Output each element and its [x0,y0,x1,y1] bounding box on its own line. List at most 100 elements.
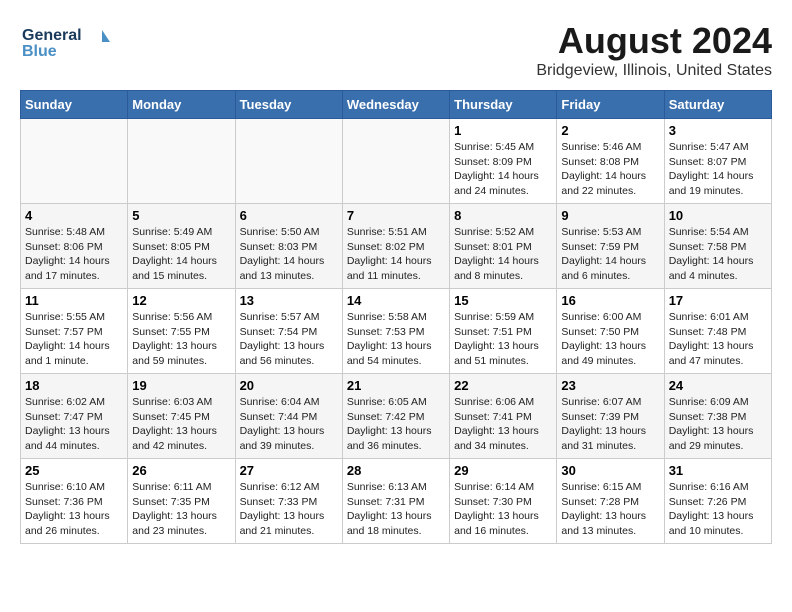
header-sunday: Sunday [21,91,128,119]
cell-week5-day0: 25 Sunrise: 6:10 AMSunset: 7:36 PMDayligh… [21,459,128,544]
cell-week3-day6: 17 Sunrise: 6:01 AMSunset: 7:48 PMDayligh… [664,289,771,374]
day-info: Sunrise: 6:02 AMSunset: 7:47 PMDaylight:… [25,395,123,454]
header-friday: Friday [557,91,664,119]
day-number: 10 [669,208,767,223]
cell-week1-day3 [342,119,449,204]
day-info: Sunrise: 5:47 AMSunset: 8:07 PMDaylight:… [669,140,767,199]
logo: General Blue [20,20,110,65]
svg-text:Blue: Blue [22,43,57,60]
cell-week5-day3: 28 Sunrise: 6:13 AMSunset: 7:31 PMDayligh… [342,459,449,544]
cell-week4-day3: 21 Sunrise: 6:05 AMSunset: 7:42 PMDayligh… [342,374,449,459]
cell-week3-day0: 11Sunrise: 5:55 AMSunset: 7:57 PMDayligh… [21,289,128,374]
cell-week3-day2: 13 Sunrise: 5:57 AMSunset: 7:54 PMDayligh… [235,289,342,374]
cell-week2-day4: 8 Sunrise: 5:52 AMSunset: 8:01 PMDaylight… [450,204,557,289]
day-info: Sunrise: 5:58 AMSunset: 7:53 PMDaylight:… [347,310,445,369]
day-info: Sunrise: 6:09 AMSunset: 7:38 PMDaylight:… [669,395,767,454]
week-row-1: 1 Sunrise: 5:45 AMSunset: 8:09 PMDaylight… [21,119,772,204]
cell-week1-day0 [21,119,128,204]
day-number: 24 [669,378,767,393]
day-info: Sunrise: 5:54 AMSunset: 7:58 PMDaylight:… [669,225,767,284]
cell-week1-day1 [128,119,235,204]
day-info: Sunrise: 6:14 AMSunset: 7:30 PMDaylight:… [454,480,552,539]
day-info: Sunrise: 6:10 AMSunset: 7:36 PMDaylight:… [25,480,123,539]
day-number: 13 [240,293,338,308]
day-number: 6 [240,208,338,223]
week-row-3: 11Sunrise: 5:55 AMSunset: 7:57 PMDayligh… [21,289,772,374]
day-number: 25 [25,463,123,478]
cell-week4-day6: 24 Sunrise: 6:09 AMSunset: 7:38 PMDayligh… [664,374,771,459]
logo-svg: General Blue [20,20,110,65]
header: General Blue August 2024 Bridgeview, Ill… [20,20,772,80]
day-number: 15 [454,293,552,308]
day-number: 21 [347,378,445,393]
week-row-4: 18 Sunrise: 6:02 AMSunset: 7:47 PMDayligh… [21,374,772,459]
day-info: Sunrise: 5:59 AMSunset: 7:51 PMDaylight:… [454,310,552,369]
cell-week2-day5: 9 Sunrise: 5:53 AMSunset: 7:59 PMDaylight… [557,204,664,289]
day-info: Sunrise: 6:15 AMSunset: 7:28 PMDaylight:… [561,480,659,539]
cell-week5-day1: 26Sunrise: 6:11 AMSunset: 7:35 PMDayligh… [128,459,235,544]
day-number: 26 [132,463,230,478]
day-info: Sunrise: 6:12 AMSunset: 7:33 PMDaylight:… [240,480,338,539]
day-info: Sunrise: 5:46 AMSunset: 8:08 PMDaylight:… [561,140,659,199]
cell-week5-day2: 27 Sunrise: 6:12 AMSunset: 7:33 PMDayligh… [235,459,342,544]
day-number: 9 [561,208,659,223]
day-info: Sunrise: 5:53 AMSunset: 7:59 PMDaylight:… [561,225,659,284]
cell-week4-day4: 22 Sunrise: 6:06 AMSunset: 7:41 PMDayligh… [450,374,557,459]
day-number: 5 [132,208,230,223]
header-thursday: Thursday [450,91,557,119]
day-number: 28 [347,463,445,478]
day-info: Sunrise: 5:56 AMSunset: 7:55 PMDaylight:… [132,310,230,369]
day-number: 12 [132,293,230,308]
day-number: 8 [454,208,552,223]
day-number: 18 [25,378,123,393]
cell-week2-day2: 6Sunrise: 5:50 AMSunset: 8:03 PMDaylight… [235,204,342,289]
day-number: 27 [240,463,338,478]
day-number: 11 [25,293,123,308]
cell-week3-day3: 14 Sunrise: 5:58 AMSunset: 7:53 PMDayligh… [342,289,449,374]
day-info: Sunrise: 5:45 AMSunset: 8:09 PMDaylight:… [454,140,552,199]
cell-week4-day2: 20 Sunrise: 6:04 AMSunset: 7:44 PMDayligh… [235,374,342,459]
day-number: 20 [240,378,338,393]
day-info: Sunrise: 6:07 AMSunset: 7:39 PMDaylight:… [561,395,659,454]
title-area: August 2024 Bridgeview, Illinois, United… [536,20,772,80]
subtitle: Bridgeview, Illinois, United States [536,62,772,80]
header-monday: Monday [128,91,235,119]
day-number: 29 [454,463,552,478]
day-number: 19 [132,378,230,393]
day-info: Sunrise: 6:01 AMSunset: 7:48 PMDaylight:… [669,310,767,369]
cell-week2-day6: 10 Sunrise: 5:54 AMSunset: 7:58 PMDayligh… [664,204,771,289]
day-number: 7 [347,208,445,223]
cell-week1-day6: 3Sunrise: 5:47 AMSunset: 8:07 PMDaylight… [664,119,771,204]
day-number: 22 [454,378,552,393]
cell-week1-day2 [235,119,342,204]
cell-week5-day6: 31Sunrise: 6:16 AMSunset: 7:26 PMDayligh… [664,459,771,544]
day-info: Sunrise: 6:13 AMSunset: 7:31 PMDaylight:… [347,480,445,539]
day-info: Sunrise: 5:51 AMSunset: 8:02 PMDaylight:… [347,225,445,284]
cell-week4-day0: 18 Sunrise: 6:02 AMSunset: 7:47 PMDayligh… [21,374,128,459]
week-row-2: 4 Sunrise: 5:48 AMSunset: 8:06 PMDaylight… [21,204,772,289]
cell-week4-day5: 23 Sunrise: 6:07 AMSunset: 7:39 PMDayligh… [557,374,664,459]
day-number: 17 [669,293,767,308]
cell-week1-day4: 1 Sunrise: 5:45 AMSunset: 8:09 PMDaylight… [450,119,557,204]
day-number: 14 [347,293,445,308]
day-number: 23 [561,378,659,393]
cell-week3-day5: 16Sunrise: 6:00 AMSunset: 7:50 PMDayligh… [557,289,664,374]
calendar-table: SundayMondayTuesdayWednesdayThursdayFrid… [20,90,772,544]
header-row: SundayMondayTuesdayWednesdayThursdayFrid… [21,91,772,119]
day-info: Sunrise: 5:57 AMSunset: 7:54 PMDaylight:… [240,310,338,369]
day-number: 4 [25,208,123,223]
day-info: Sunrise: 5:52 AMSunset: 8:01 PMDaylight:… [454,225,552,284]
day-info: Sunrise: 6:05 AMSunset: 7:42 PMDaylight:… [347,395,445,454]
day-info: Sunrise: 6:04 AMSunset: 7:44 PMDaylight:… [240,395,338,454]
main-title: August 2024 [536,20,772,62]
header-tuesday: Tuesday [235,91,342,119]
cell-week5-day4: 29 Sunrise: 6:14 AMSunset: 7:30 PMDayligh… [450,459,557,544]
day-info: Sunrise: 6:16 AMSunset: 7:26 PMDaylight:… [669,480,767,539]
cell-week2-day3: 7 Sunrise: 5:51 AMSunset: 8:02 PMDaylight… [342,204,449,289]
cell-week5-day5: 30Sunrise: 6:15 AMSunset: 7:28 PMDayligh… [557,459,664,544]
day-info: Sunrise: 5:48 AMSunset: 8:06 PMDaylight:… [25,225,123,284]
header-saturday: Saturday [664,91,771,119]
day-number: 1 [454,123,552,138]
day-info: Sunrise: 6:06 AMSunset: 7:41 PMDaylight:… [454,395,552,454]
cell-week2-day1: 5Sunrise: 5:49 AMSunset: 8:05 PMDaylight… [128,204,235,289]
